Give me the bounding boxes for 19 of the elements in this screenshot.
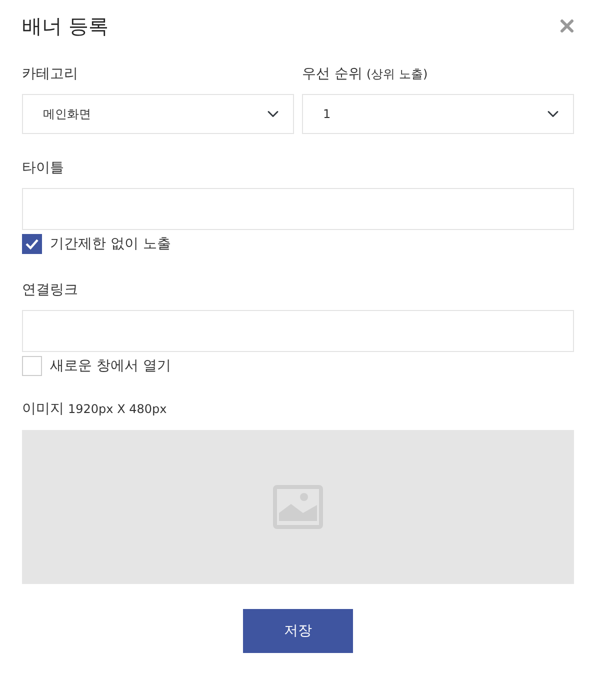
priority-select[interactable]: 1 — [302, 94, 574, 134]
check-icon — [25, 238, 39, 250]
image-label: 이미지 — [22, 401, 64, 417]
link-input[interactable] — [22, 310, 574, 352]
dialog-title: 배너 등록 — [22, 14, 108, 38]
priority-note: (상위 노출) — [366, 67, 428, 81]
priority-label: 우선 순위 — [302, 66, 362, 82]
new-window-label: 새로운 창에서 열기 — [50, 357, 171, 376]
checkbox[interactable] — [22, 234, 42, 254]
no-period-limit-label: 기간제한 없이 노출 — [50, 235, 171, 254]
image-size: 1920px X 480px — [68, 402, 167, 416]
close-icon[interactable] — [560, 19, 574, 33]
title-label: 타이틀 — [22, 159, 65, 178]
image-placeholder[interactable] — [22, 430, 574, 584]
category-select[interactable]: 메인화면 — [22, 94, 294, 134]
title-input[interactable] — [22, 188, 574, 230]
category-label: 카테고리 — [22, 66, 78, 82]
save-button[interactable]: 저장 — [243, 609, 353, 653]
link-label: 연결링크 — [22, 281, 79, 300]
